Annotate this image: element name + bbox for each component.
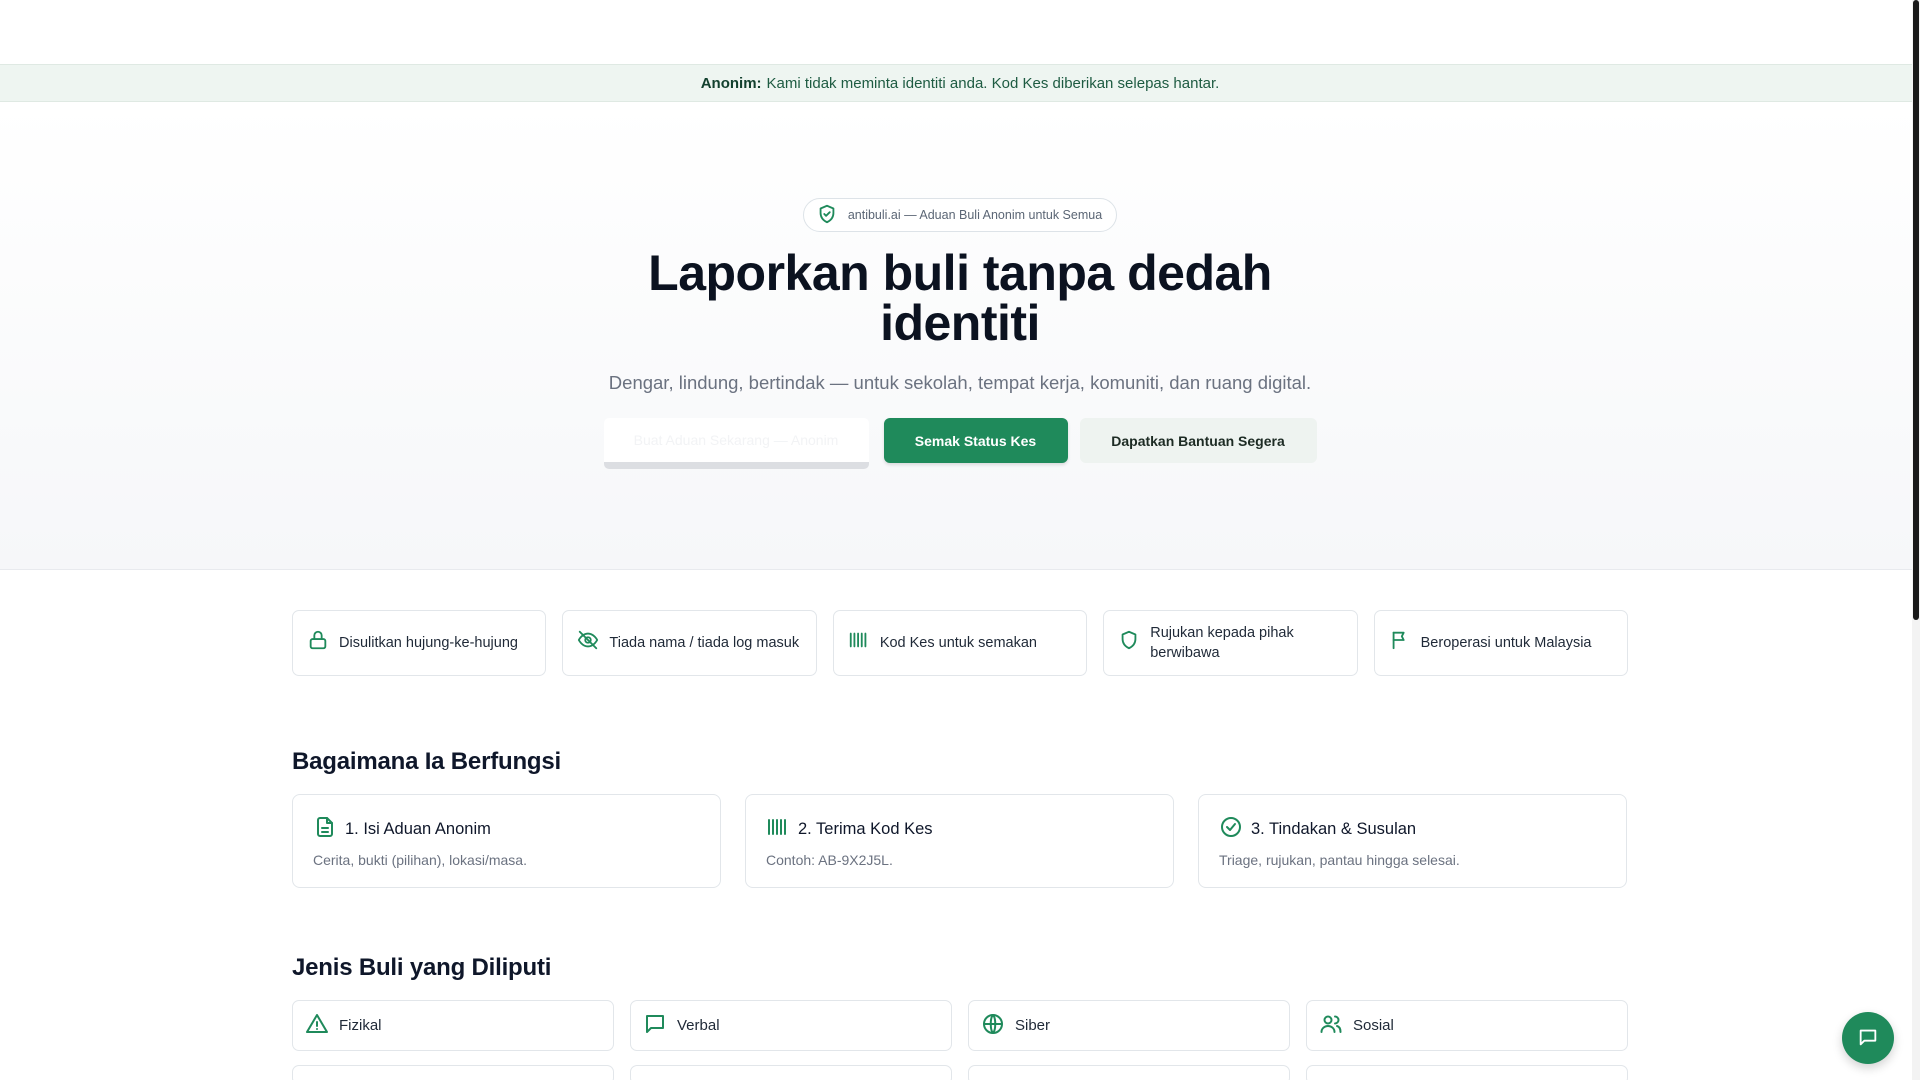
chat-icon xyxy=(1857,1026,1879,1051)
how-it-works-heading: Bagaimana Ia Berfungsi xyxy=(292,748,562,775)
bullying-types-heading: Jenis Buli yang Diliputi xyxy=(292,954,552,981)
feature-label: Kod Kes untuk semakan xyxy=(879,635,1037,651)
chat-bubble-icon xyxy=(643,1012,667,1040)
bullying-types-grid: Fizikal Verbal Siber Sosial xyxy=(292,1000,1628,1080)
how-it-works-steps: 1. Isi Aduan Anonim Cerita, bukti (pilih… xyxy=(292,794,1628,888)
feature-malaysia: Beroperasi untuk Malaysia xyxy=(1373,610,1629,676)
feature-label: Tiada nama / tiada log masuk xyxy=(609,635,800,651)
type-card-partial xyxy=(1306,1065,1628,1080)
main-content: Disulitkan hujung-ke-hujung Tiada nama /… xyxy=(292,610,1629,1080)
lock-icon xyxy=(307,629,329,657)
feature-case-code: Kod Kes untuk semakan xyxy=(832,610,1088,676)
scrollbar-thumb[interactable] xyxy=(1913,0,1919,620)
step-title: 1. Isi Aduan Anonim xyxy=(345,820,491,838)
step-card: 3. Tindakan & Susulan Triage, rujukan, p… xyxy=(1198,794,1627,888)
hero-title: Laporkan buli tanpa dedah identiti xyxy=(648,245,1272,351)
step-description: Triage, rujukan, pantau hingga selesai. xyxy=(1219,852,1460,868)
type-card-partial xyxy=(968,1065,1290,1080)
eye-off-icon xyxy=(577,629,599,657)
type-label: Sosial xyxy=(1353,1017,1394,1034)
step-title: 3. Tindakan & Susulan xyxy=(1251,820,1417,838)
feature-list: Disulitkan hujung-ke-hujung Tiada nama /… xyxy=(292,610,1629,676)
brand-badge: antibuli.ai — Aduan Buli Anonim untuk Se… xyxy=(802,198,1118,232)
step-card: 2. Terima Kod Kes Contoh: AB-9X2J5L. xyxy=(745,794,1174,888)
brand-badge-text: antibuli.ai — Aduan Buli Anonim untuk Se… xyxy=(847,208,1103,222)
page-scrollbar[interactable] xyxy=(1912,0,1920,1080)
get-help-button[interactable]: Dapatkan Bantuan Segera xyxy=(1079,418,1317,463)
report-now-button[interactable]: Buat Aduan Sekarang — Anonim xyxy=(603,418,869,469)
notice-label: Anonim: xyxy=(700,74,762,92)
type-card-cyber[interactable]: Siber xyxy=(968,1000,1290,1051)
step-description: Contoh: AB-9X2J5L. xyxy=(766,852,893,868)
type-card-social[interactable]: Sosial xyxy=(1306,1000,1628,1051)
feature-label: Rujukan kepada pihak berwibawa xyxy=(1150,625,1294,661)
step-description: Cerita, bukti (pilihan), lokasi/masa. xyxy=(313,852,527,868)
check-circle-icon xyxy=(1219,815,1243,844)
barcode-icon xyxy=(848,629,870,657)
feature-encryption: Disulitkan hujung-ke-hujung xyxy=(292,610,547,676)
users-icon xyxy=(1319,1012,1343,1040)
flag-icon xyxy=(1389,629,1411,657)
type-label: Fizikal xyxy=(339,1017,382,1034)
hero-section: antibuli.ai — Aduan Buli Anonim untuk Se… xyxy=(0,102,1920,570)
type-card-partial xyxy=(630,1065,952,1080)
check-case-status-button[interactable]: Semak Status Kes xyxy=(883,418,1068,463)
notice-text: Kami tidak meminta identiti anda. Kod Ke… xyxy=(766,74,1220,92)
document-icon xyxy=(313,815,337,844)
top-navigation-bar xyxy=(0,0,1920,64)
warning-icon xyxy=(305,1012,329,1040)
step-title: 2. Terima Kod Kes xyxy=(798,820,933,838)
type-card-verbal[interactable]: Verbal xyxy=(630,1000,952,1051)
shield-check-icon xyxy=(816,203,838,228)
feature-label: Disulitkan hujung-ke-hujung xyxy=(339,635,518,651)
chat-button[interactable] xyxy=(1842,1012,1894,1064)
type-label: Siber xyxy=(1015,1017,1051,1034)
hero-subtitle: Dengar, lindung, bertindak — untuk sekol… xyxy=(608,372,1312,393)
type-card-physical[interactable]: Fizikal xyxy=(292,1000,614,1051)
type-card-partial xyxy=(292,1065,614,1080)
step-card: 1. Isi Aduan Anonim Cerita, bukti (pilih… xyxy=(292,794,721,888)
barcode-icon xyxy=(766,815,790,844)
type-label: Verbal xyxy=(677,1017,720,1034)
feature-label: Beroperasi untuk Malaysia xyxy=(1420,635,1592,651)
globe-icon xyxy=(981,1012,1005,1040)
shield-icon xyxy=(1118,629,1140,657)
feature-referral: Rujukan kepada pihak berwibawa xyxy=(1103,610,1358,676)
hero-actions: Buat Aduan Sekarang — Anonim Semak Statu… xyxy=(603,418,1317,469)
anonymity-notice-banner: Anonim: Kami tidak meminta identiti anda… xyxy=(0,64,1920,102)
feature-no-login: Tiada nama / tiada log masuk xyxy=(562,610,817,676)
